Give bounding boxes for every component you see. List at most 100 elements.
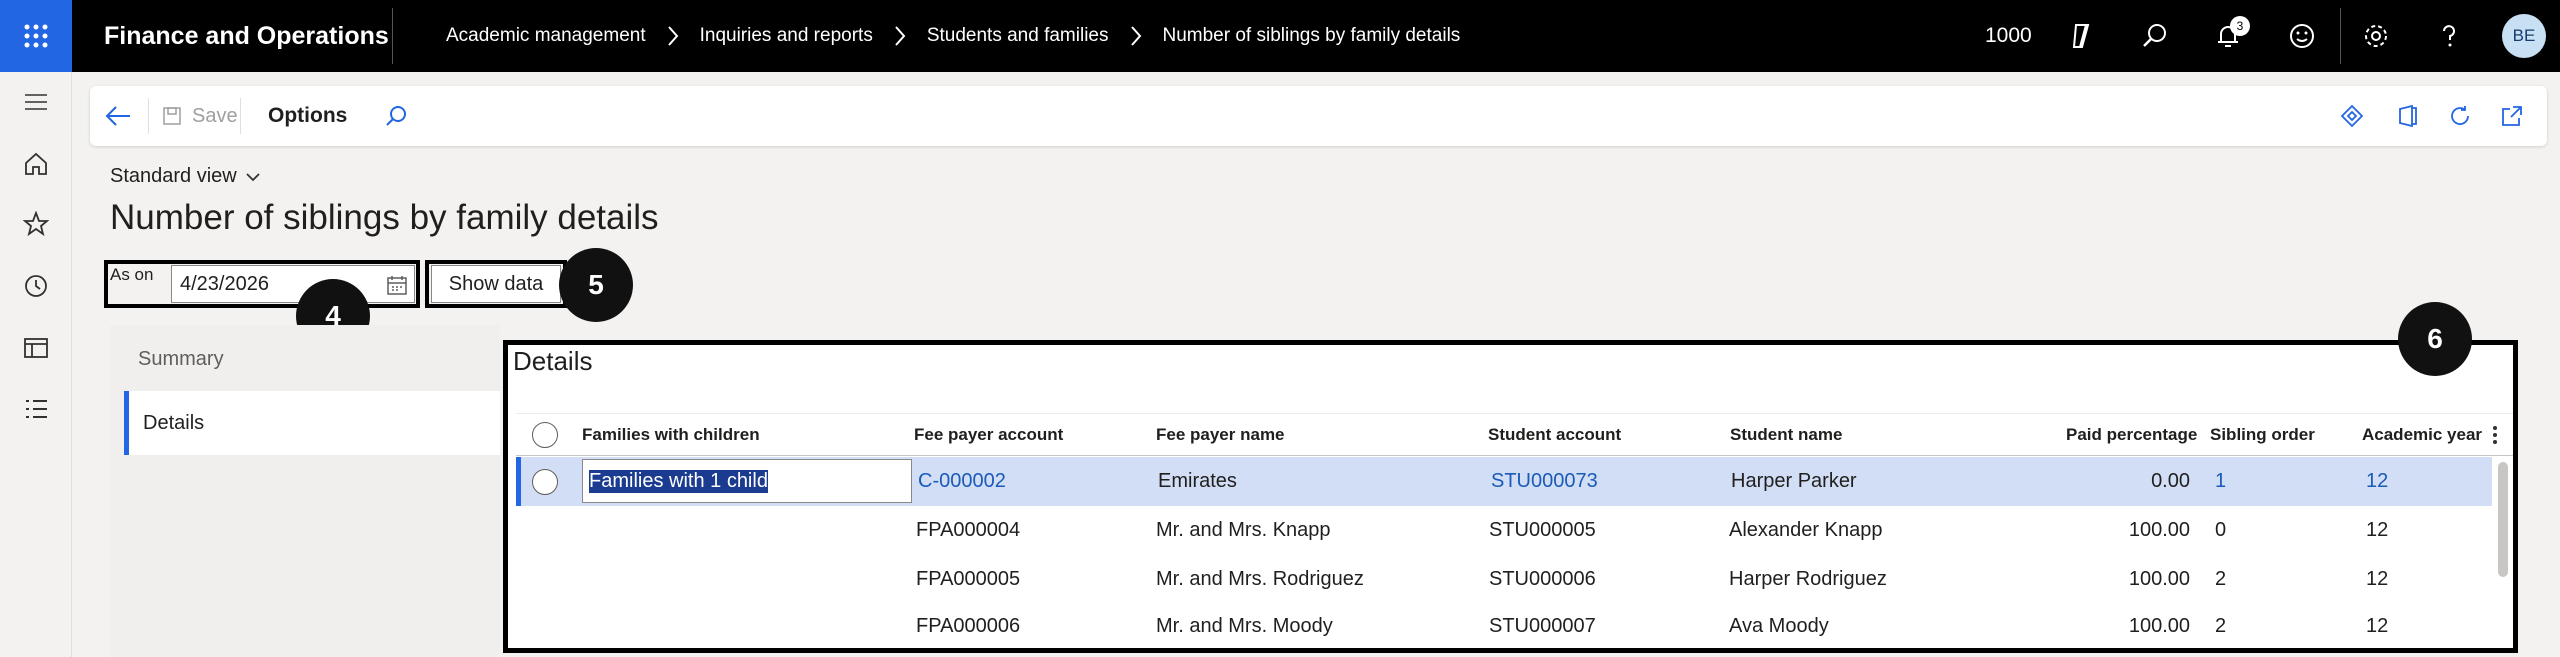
popout-icon[interactable] — [2500, 86, 2524, 146]
cell-fee-payer-name: Mr. and Mrs. Moody — [1156, 614, 1333, 637]
company-selector[interactable]: 1000 — [1985, 0, 2032, 72]
cell-sibling-order: 2 — [2215, 568, 2227, 590]
chevron-right-icon — [1129, 25, 1143, 47]
workspace-icon[interactable] — [18, 330, 54, 366]
calendar-icon[interactable] — [386, 274, 408, 302]
cell-paid-percentage: 100.00 — [2128, 614, 2190, 637]
help-icon[interactable] — [2431, 18, 2467, 54]
cell-fee-payer-account: FPA000006 — [916, 614, 1021, 637]
breadcrumb-item[interactable]: Students and families — [927, 25, 1109, 47]
diamond-icon[interactable] — [2340, 86, 2364, 146]
cell-sibling-order: 0 — [2215, 519, 2227, 541]
cell-student-name: Harper Parker — [1731, 470, 1857, 492]
column-header[interactable]: Families with children — [582, 414, 760, 455]
as-on-value: 4/23/2026 — [180, 272, 269, 295]
refresh-icon[interactable] — [2448, 86, 2472, 146]
cell-fee-payer-name: Mr. and Mrs. Rodriguez — [1156, 568, 1364, 590]
select-all-radio[interactable] — [532, 414, 558, 455]
notification-badge: 3 — [2230, 16, 2250, 36]
step-marker: 6 — [2398, 302, 2472, 376]
gear-icon[interactable] — [2358, 18, 2394, 54]
office-icon[interactable] — [2395, 86, 2419, 146]
sibling-order-link[interactable]: 1 — [2215, 457, 2226, 506]
column-header[interactable]: Academic year — [2362, 414, 2482, 455]
column-header[interactable]: Fee payer account — [914, 414, 1063, 455]
smiley-icon[interactable] — [2284, 18, 2320, 54]
breadcrumb: Academic management Inquiries and report… — [446, 0, 1460, 72]
student-account-link[interactable]: STU000073 — [1491, 457, 1598, 506]
details-title: Details — [513, 346, 593, 376]
save-button[interactable]: Save — [162, 86, 238, 146]
divider — [240, 98, 241, 134]
search-icon[interactable] — [2137, 18, 2173, 54]
show-data-button[interactable]: Show data — [431, 265, 561, 303]
app-title[interactable]: Finance and Operations — [104, 0, 389, 72]
grid-header: Families with children Fee payer account… — [516, 413, 2513, 456]
back-icon[interactable] — [104, 86, 132, 146]
clock-icon[interactable] — [18, 268, 54, 304]
families-cell-input[interactable]: Families with 1 child — [582, 459, 912, 503]
options-tab[interactable]: Options — [268, 86, 347, 146]
divider — [148, 98, 149, 134]
divider — [392, 8, 393, 64]
bell-icon[interactable]: 3 — [2210, 16, 2250, 54]
column-header[interactable]: Student name — [1730, 414, 1842, 455]
cell-paid-percentage: 0.00 — [2151, 470, 2190, 492]
chevron-down-icon — [245, 172, 261, 182]
copilot-icon[interactable] — [2063, 18, 2099, 54]
cell-paid-percentage: 100.00 — [2128, 568, 2190, 590]
cell-text: Families with 1 child — [589, 469, 768, 493]
cell-student-account: STU000007 — [1489, 614, 1596, 637]
cell-academic-year: 12 — [2366, 519, 2389, 541]
cell-fee-payer-account: FPA000005 — [916, 568, 1021, 590]
chevron-right-icon — [666, 25, 680, 47]
save-icon — [162, 106, 182, 126]
table-row[interactable]: FPA000004 Mr. and Mrs. Knapp STU000005 A… — [516, 506, 2492, 555]
cell-academic-year: 12 — [2366, 568, 2389, 590]
column-header[interactable]: Paid percentage — [2066, 414, 2197, 455]
star-icon[interactable] — [18, 206, 54, 242]
row-select-radio[interactable] — [532, 457, 558, 506]
table-row[interactable]: Families with 1 child C-000002 Emirates … — [516, 457, 2492, 506]
chevron-right-icon — [893, 25, 907, 47]
column-header[interactable]: Fee payer name — [1156, 414, 1285, 455]
table-row[interactable]: FPA000006 Mr. and Mrs. Moody STU000007 A… — [516, 604, 2492, 648]
cell-student-name: Harper Rodriguez — [1729, 568, 1887, 590]
breadcrumb-item[interactable]: Number of siblings by family details — [1163, 25, 1461, 47]
step-marker: 5 — [559, 248, 633, 322]
search-icon[interactable] — [384, 86, 408, 146]
vertical-scrollbar[interactable] — [2498, 462, 2508, 577]
tab-summary[interactable]: Summary — [124, 327, 224, 391]
save-label: Save — [192, 104, 238, 127]
view-label: Standard view — [110, 165, 237, 187]
fee-payer-account-link[interactable]: C-000002 — [918, 457, 1006, 506]
more-icon[interactable] — [2492, 414, 2498, 455]
as-on-date-input[interactable]: 4/23/2026 — [171, 265, 415, 303]
cell-fee-payer-name: Emirates — [1158, 470, 1237, 492]
view-selector[interactable]: Standard view — [110, 165, 261, 188]
cell-fee-payer-name: Mr. and Mrs. Knapp — [1156, 519, 1331, 541]
column-header[interactable]: Student account — [1488, 414, 1621, 455]
cell-student-name: Ava Moody — [1729, 614, 1829, 637]
cell-student-account: STU000006 — [1489, 568, 1596, 590]
cell-sibling-order: 2 — [2215, 614, 2227, 637]
column-header[interactable]: Sibling order — [2210, 414, 2315, 455]
hamburger-icon[interactable] — [18, 84, 54, 120]
as-on-label: As on — [110, 265, 154, 284]
cell-fee-payer-account: FPA000004 — [916, 519, 1021, 541]
cell-academic-year: 12 — [2366, 614, 2389, 637]
avatar[interactable]: BE — [2502, 14, 2546, 58]
waffle-icon[interactable] — [0, 0, 72, 72]
breadcrumb-item[interactable]: Academic management — [446, 25, 646, 47]
cell-paid-percentage: 100.00 — [2128, 519, 2190, 541]
cell-student-account: STU000005 — [1489, 519, 1596, 541]
home-icon[interactable] — [18, 146, 54, 182]
tab-details[interactable]: Details — [124, 391, 500, 455]
cell-student-name: Alexander Knapp — [1729, 519, 1883, 541]
list-icon[interactable] — [18, 391, 54, 427]
breadcrumb-item[interactable]: Inquiries and reports — [700, 25, 873, 47]
academic-year-link[interactable]: 12 — [2366, 457, 2388, 506]
action-pane: Save Options — [90, 86, 2547, 146]
divider — [2340, 8, 2341, 64]
table-row[interactable]: FPA000005 Mr. and Mrs. Rodriguez STU0000… — [516, 555, 2492, 604]
